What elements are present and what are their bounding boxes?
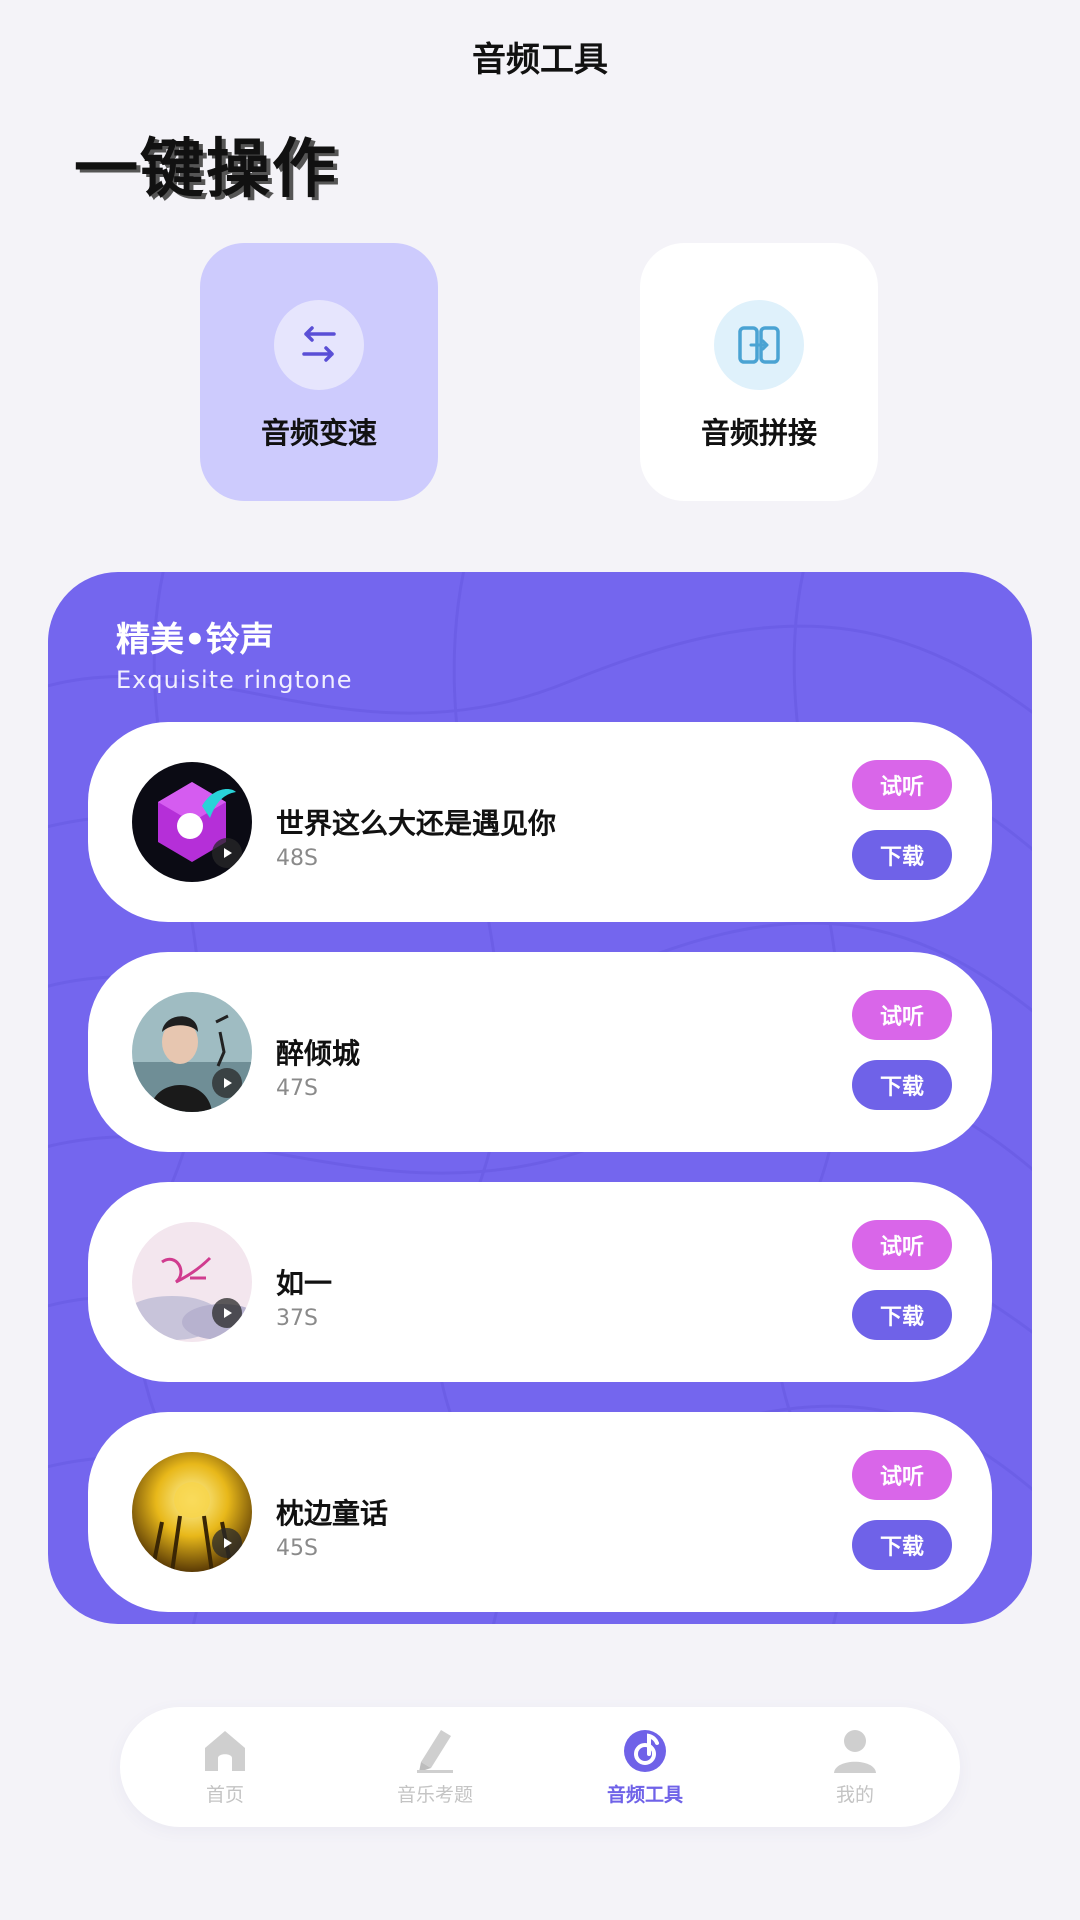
tab-music-quiz-label: 音乐考题 [396, 1783, 473, 1806]
album-cover[interactable] [132, 1452, 252, 1572]
tab-profile-label: 我的 [835, 1783, 874, 1806]
download-button[interactable]: 下载 [852, 1520, 952, 1570]
tab-home-label: 首页 [205, 1783, 244, 1806]
section-title: 一键操作 [74, 132, 338, 207]
ringtone-item[interactable]: 世界这么大还是遇见你 48S 试听 下载 [88, 722, 992, 922]
song-duration: 47S [276, 1076, 318, 1101]
album-cover[interactable] [132, 1222, 252, 1342]
ringtone-item[interactable]: 醉倾城 47S 试听 下载 [88, 952, 992, 1152]
song-title: 醉倾城 [276, 1037, 361, 1070]
music-disc-icon [624, 1729, 666, 1772]
audio-splice-label: 音频拼接 [700, 416, 817, 450]
bottom-tab-bar: 首页 音乐考题 音频工具 我的 [120, 1707, 960, 1827]
listen-button[interactable]: 试听 [852, 1220, 952, 1270]
play-icon [212, 838, 242, 868]
page-title: 音频工具 [472, 40, 608, 80]
audio-speed-label: 音频变速 [260, 416, 377, 450]
song-duration: 48S [276, 846, 318, 871]
ringtone-item[interactable]: 如一 37S 试听 下载 [88, 1182, 992, 1382]
play-icon [212, 1528, 242, 1558]
listen-button[interactable]: 试听 [852, 760, 952, 810]
audio-splice-tool-button[interactable]: 音频拼接 [640, 243, 878, 501]
swap-arrows-icon [274, 300, 364, 390]
user-icon [834, 1729, 876, 1773]
tab-music-quiz[interactable]: 音乐考题 [330, 1707, 540, 1827]
download-button[interactable]: 下载 [852, 830, 952, 880]
song-duration: 45S [276, 1536, 318, 1561]
listen-button[interactable]: 试听 [852, 990, 952, 1040]
song-title: 世界这么大还是遇见你 [276, 807, 557, 840]
download-button[interactable]: 下载 [852, 1290, 952, 1340]
audio-speed-tool-button[interactable]: 音频变速 [200, 243, 438, 501]
ringtone-section-subtitle: Exquisite ringtone [116, 666, 353, 694]
play-icon [212, 1068, 242, 1098]
song-duration: 37S [276, 1306, 318, 1331]
tab-profile[interactable]: 我的 [750, 1707, 960, 1827]
tab-audio-tools[interactable]: 音频工具 [540, 1707, 750, 1827]
ringtone-panel: 精美•铃声 Exquisite ringtone 世界这么大还是遇见你 48S … [48, 572, 1032, 1624]
download-button[interactable]: 下载 [852, 1060, 952, 1110]
tab-audio-tools-label: 音频工具 [606, 1783, 683, 1806]
song-title: 枕边童话 [276, 1497, 389, 1530]
album-cover[interactable] [132, 762, 252, 882]
tab-home[interactable]: 首页 [120, 1707, 330, 1827]
album-cover[interactable] [132, 992, 252, 1112]
pencil-icon [417, 1729, 453, 1773]
split-merge-icon [714, 300, 804, 390]
listen-button[interactable]: 试听 [852, 1450, 952, 1500]
home-icon [205, 1730, 245, 1771]
ringtone-section-title: 精美•铃声 [116, 620, 274, 660]
ringtone-item[interactable]: 枕边童话 45S 试听 下载 [88, 1412, 992, 1612]
song-title: 如一 [276, 1267, 333, 1300]
play-icon [212, 1298, 242, 1328]
